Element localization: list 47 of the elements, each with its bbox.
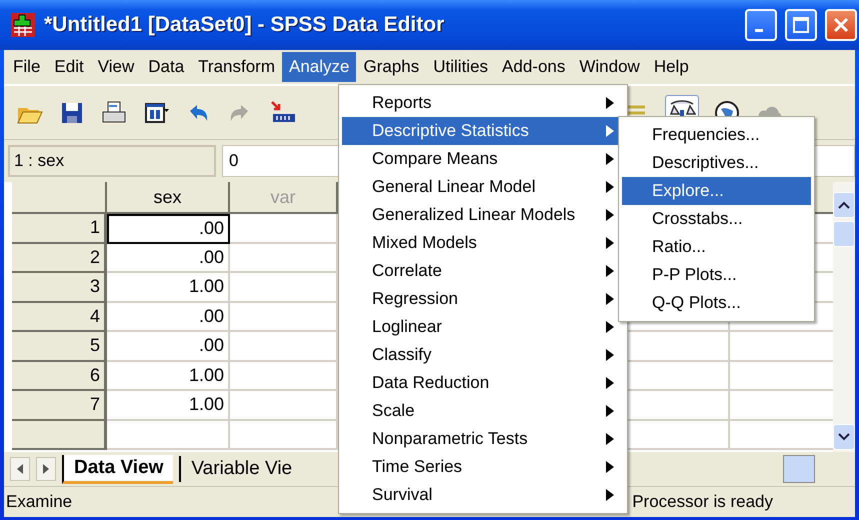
menu-item[interactable]: Survival bbox=[342, 481, 624, 509]
menu-item[interactable]: Scale bbox=[342, 397, 624, 425]
table-cell[interactable]: .00 bbox=[107, 244, 230, 273]
row-number[interactable]: 7 bbox=[12, 391, 107, 420]
status-message: Examine bbox=[5, 492, 72, 512]
menu-item[interactable]: Window bbox=[572, 52, 647, 82]
menu-item[interactable]: P-P Plots... bbox=[622, 261, 811, 289]
menu-item[interactable]: Add-ons bbox=[495, 52, 572, 82]
menu-item[interactable]: Edit bbox=[47, 52, 91, 82]
menu-item[interactable]: Data bbox=[141, 52, 192, 82]
menu-item[interactable]: Explore... bbox=[622, 177, 811, 205]
processor-status: Processor is ready bbox=[632, 492, 773, 512]
table-cell[interactable]: 1.00 bbox=[107, 391, 230, 420]
table-cell[interactable]: 1.00 bbox=[107, 362, 230, 391]
menu-item[interactable]: Utilities bbox=[426, 52, 496, 82]
table-cell[interactable]: .00 bbox=[107, 332, 230, 362]
menu-item[interactable]: Analyze bbox=[282, 52, 356, 82]
menu-item[interactable]: Frequencies... bbox=[622, 121, 811, 149]
menu-item[interactable]: Data Reduction bbox=[342, 369, 624, 397]
sheet-tab[interactable]: Data View bbox=[62, 454, 174, 484]
cell-reference: 1 : sex bbox=[8, 145, 216, 177]
menu-item[interactable]: Q-Q Plots... bbox=[622, 289, 811, 317]
column-header[interactable]: sex bbox=[107, 182, 230, 214]
menu-item[interactable]: Crosstabs... bbox=[622, 205, 811, 233]
table-cell[interactable]: .00 bbox=[107, 214, 230, 244]
row-number[interactable]: 4 bbox=[12, 302, 107, 332]
menu-item[interactable]: View bbox=[90, 52, 142, 82]
menu-item[interactable]: Descriptives... bbox=[622, 149, 811, 177]
row-number[interactable]: 6 bbox=[12, 362, 107, 391]
menu-item[interactable]: Nonparametric Tests bbox=[342, 425, 624, 453]
menu-item[interactable]: Reports bbox=[342, 89, 624, 117]
menu-item[interactable]: Ratio... bbox=[622, 233, 811, 261]
table-cell[interactable]: .00 bbox=[107, 302, 230, 332]
window-title: *Untitled1 [DataSet0] - SPSS Data Editor bbox=[44, 13, 446, 37]
menu-item[interactable]: Transform bbox=[191, 52, 282, 82]
menu-item[interactable]: Graphs bbox=[356, 52, 426, 82]
menu-item[interactable]: Classify bbox=[342, 341, 624, 369]
menu-item[interactable]: Time Series bbox=[342, 453, 624, 481]
row-number[interactable]: 1 bbox=[12, 214, 107, 244]
row-number[interactable]: 3 bbox=[12, 273, 107, 302]
row-number[interactable]: 2 bbox=[12, 244, 107, 273]
menu-item[interactable]: Loglinear bbox=[342, 313, 624, 341]
table-cell[interactable]: 1.00 bbox=[107, 273, 230, 302]
menu-item[interactable]: Help bbox=[646, 52, 696, 82]
sheet-tab[interactable]: Variable Vie bbox=[179, 456, 302, 482]
menu-item[interactable]: File bbox=[6, 52, 48, 82]
row-number[interactable]: 5 bbox=[12, 332, 107, 362]
